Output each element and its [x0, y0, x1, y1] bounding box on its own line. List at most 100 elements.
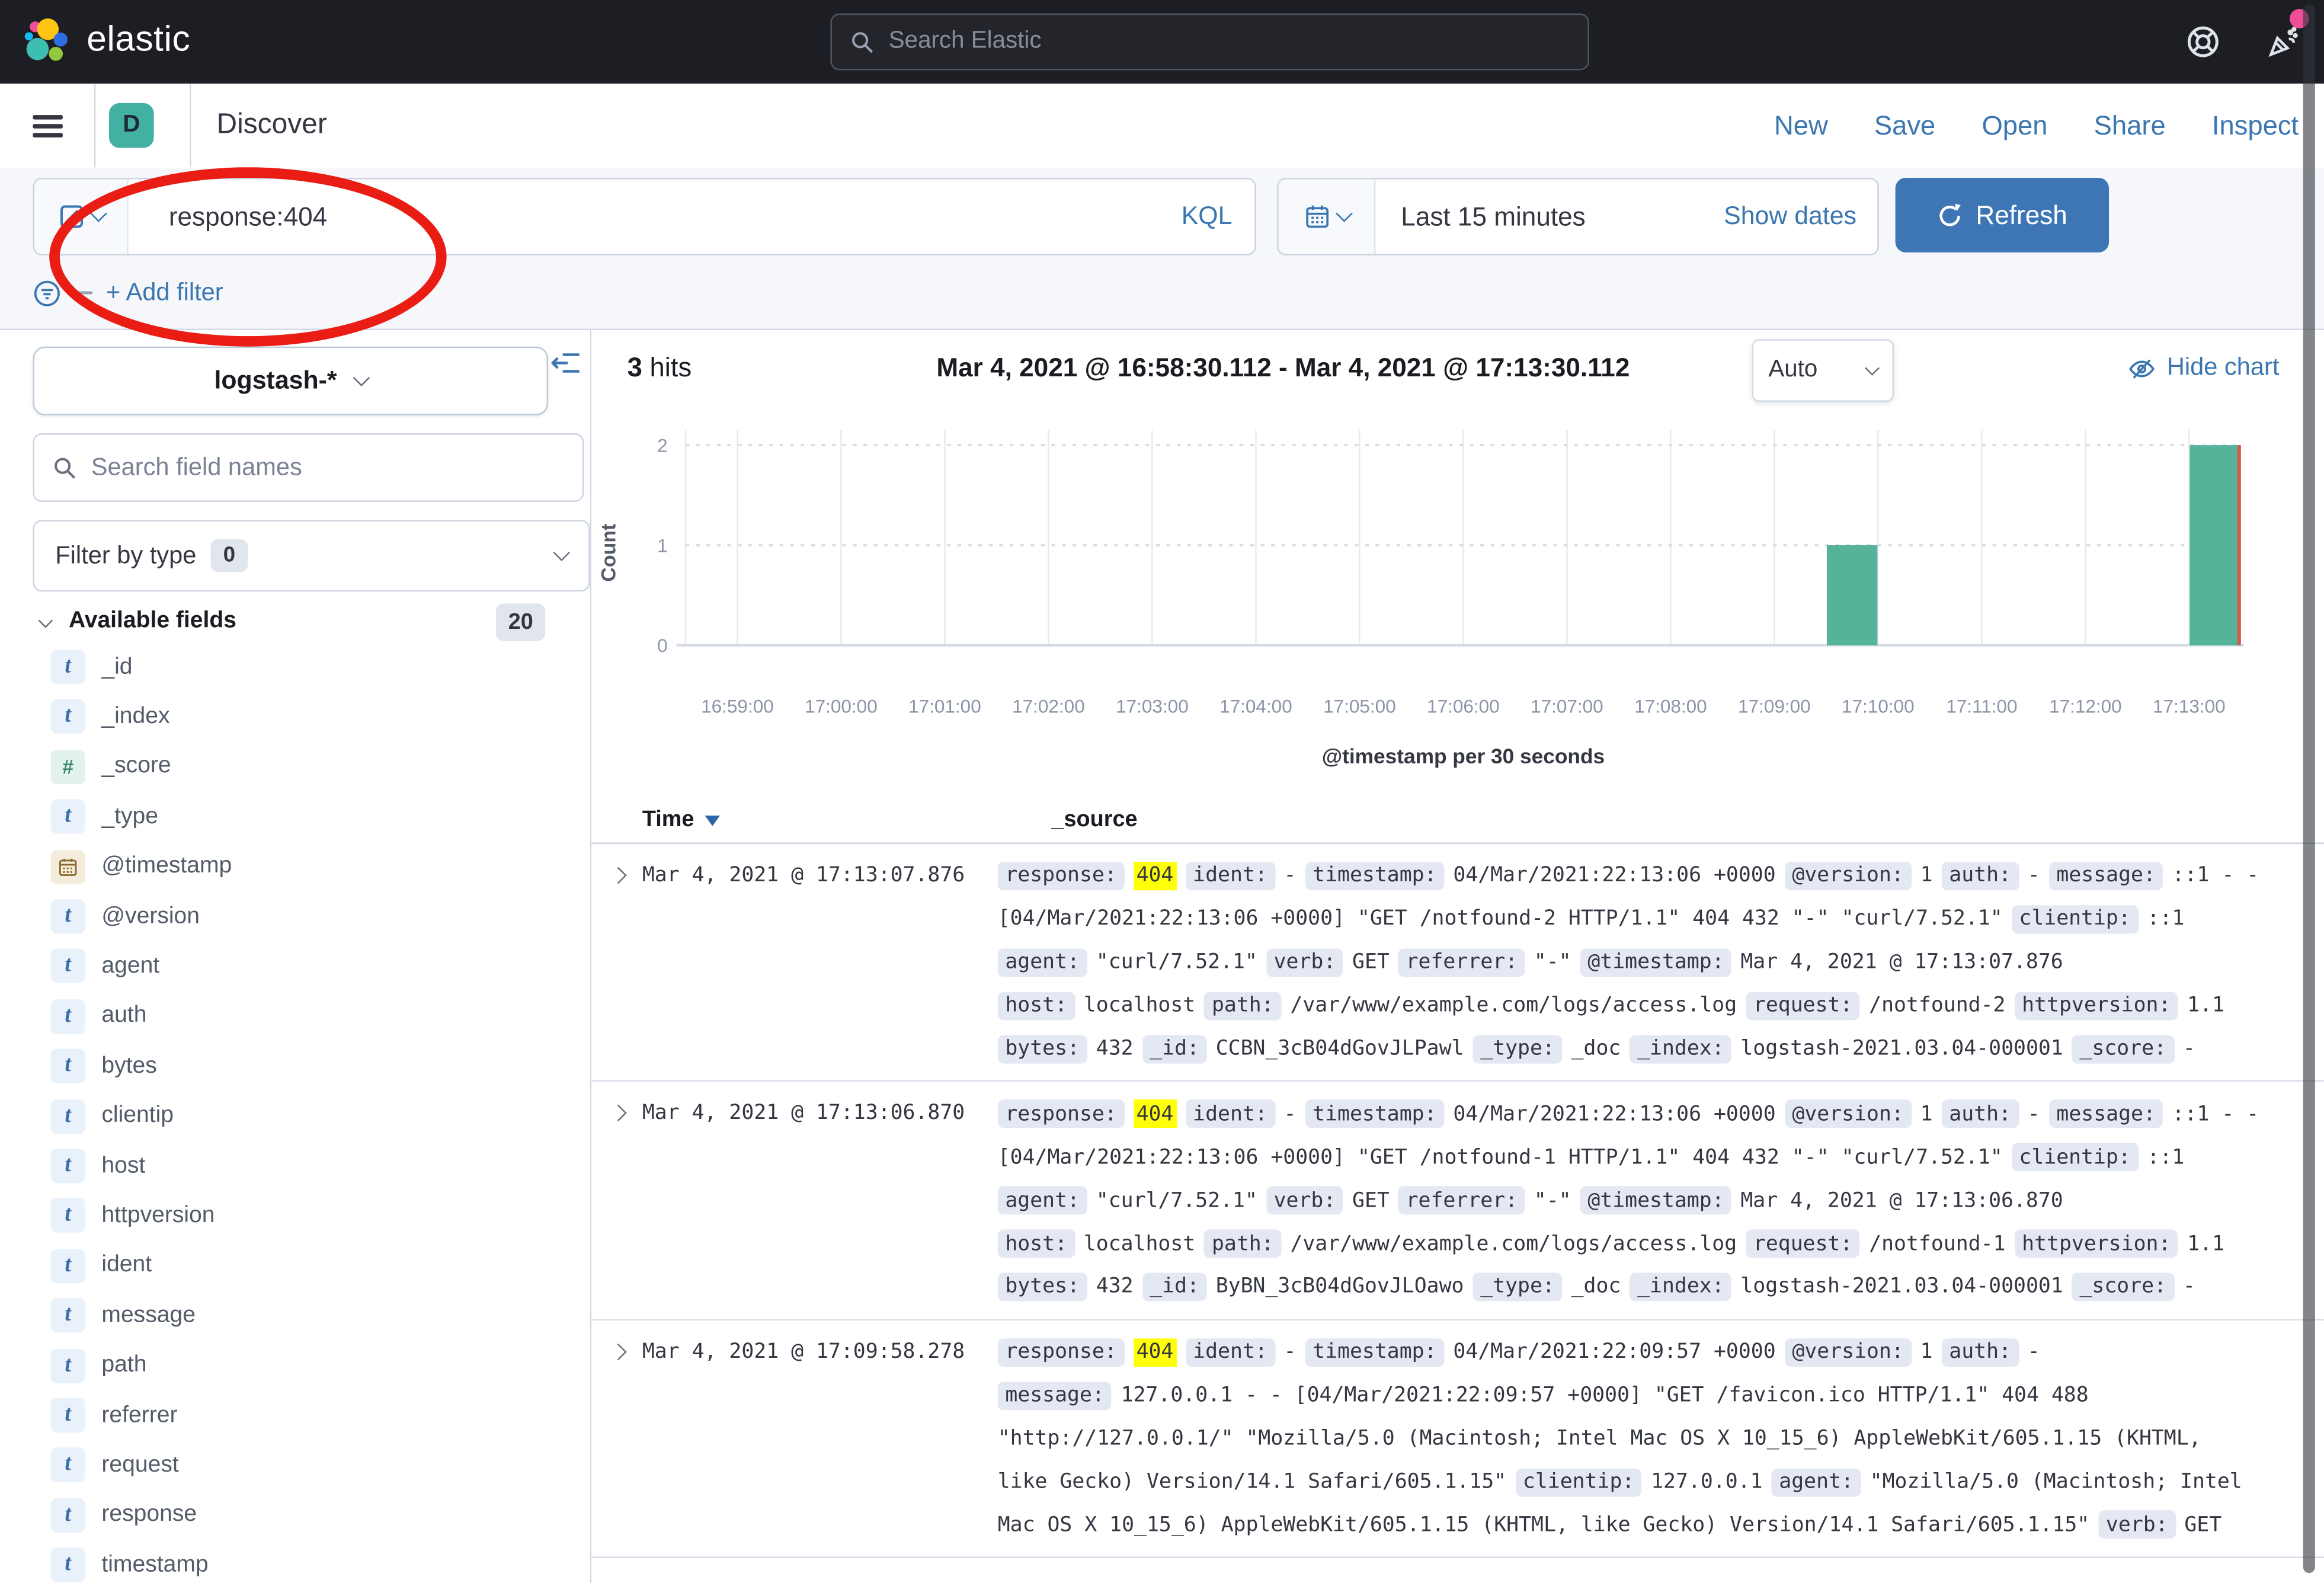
svg-text:17:00:00: 17:00:00 — [805, 695, 878, 717]
field-item-ident[interactable]: tident — [51, 1249, 152, 1283]
svg-text:17:11:00: 17:11:00 — [1946, 695, 2017, 717]
calendar-icon — [1303, 203, 1330, 230]
field-item-httpversion[interactable]: thttpversion — [51, 1198, 215, 1233]
field-value: 04/Mar/2021:22:09:57 +0000 — [1453, 1341, 1775, 1364]
field-pill: @timestamp: — [1580, 948, 1732, 977]
menu-icon[interactable] — [33, 115, 62, 137]
kibana-discover-page: elastic Search Elastic — [0, 0, 2324, 1583]
field-name: _id — [101, 654, 132, 680]
field-item-host[interactable]: thost — [51, 1149, 146, 1183]
field-value: ::1 - - — [2172, 864, 2259, 888]
query-language-button[interactable]: KQL — [1182, 202, 1255, 231]
top-menu-open[interactable]: Open — [1982, 110, 2047, 141]
field-name: ident — [101, 1252, 152, 1279]
field-type-number-icon: # — [51, 750, 85, 784]
column-time[interactable]: Time — [642, 806, 1030, 832]
field-value: 127.0.0.1 - - [04/Mar/2021:22:09:57 +000… — [1121, 1384, 2089, 1408]
field-pill: ident: — [1186, 1100, 1275, 1128]
field-value: 04/Mar/2021:22:13:06 +0000 — [1453, 1102, 1775, 1126]
field-item-clientip[interactable]: tclientip — [51, 1099, 174, 1133]
field-name: referrer — [101, 1402, 177, 1429]
date-quick-select-button[interactable] — [1279, 179, 1376, 254]
hide-chart-button[interactable]: Hide chart — [2128, 354, 2279, 382]
expand-row-icon[interactable] — [609, 1331, 642, 1547]
field-value: ::1 — [2147, 1146, 2185, 1169]
field-item-referrer[interactable]: treferrer — [51, 1398, 178, 1432]
field-item-request[interactable]: trequest — [51, 1448, 179, 1482]
field-pill: bytes: — [998, 1272, 1087, 1301]
field-item-_type[interactable]: t_type — [51, 800, 158, 834]
field-item-bytes[interactable]: tbytes — [51, 1049, 157, 1083]
time-range-value[interactable]: Last 15 minutes — [1375, 201, 1585, 232]
divider — [190, 84, 191, 167]
refresh-button[interactable]: Refresh — [1896, 178, 2109, 252]
show-dates-button[interactable]: Show dates — [1724, 202, 1877, 231]
svg-text:17:09:00: 17:09:00 — [1738, 695, 1811, 717]
field-pill: verb: — [1266, 948, 1343, 977]
field-value: Mac OS X 10_15_6) AppleWebKit/605.1.15 (… — [998, 1513, 2089, 1537]
field-value: - — [2183, 1037, 2195, 1060]
field-name: timestamp — [101, 1552, 208, 1578]
highlighted-value: 404 — [1134, 1100, 1177, 1128]
field-search-input[interactable]: Search field names — [33, 433, 584, 502]
elastic-logo[interactable]: elastic — [21, 15, 190, 66]
field-value: 1 — [1920, 1102, 1933, 1126]
field-name: _type — [101, 803, 158, 830]
field-item-agent[interactable]: tagent — [51, 949, 159, 984]
chevron-down-icon — [1335, 205, 1352, 222]
top-menu-inspect[interactable]: Inspect — [2212, 110, 2299, 141]
top-menu-actions: New Save Open Share Inspect — [1774, 84, 2299, 167]
field-value: "http://127.0.0.1/" "Mozilla/5.0 (Macint… — [998, 1427, 2201, 1450]
field-value: GET — [1352, 1189, 1390, 1213]
field-item-timestamp[interactable]: ttimestamp — [51, 1548, 209, 1582]
field-value: - — [1284, 864, 1297, 888]
search-icon — [52, 455, 78, 481]
field-pill: response: — [998, 1338, 1125, 1367]
index-pattern-select[interactable]: logstash-* — [33, 347, 548, 415]
field-item-_score[interactable]: #_score — [51, 750, 171, 784]
field-item-message[interactable]: tmessage — [51, 1299, 196, 1333]
field-pill: request: — [1746, 992, 1860, 1020]
field-name: response — [101, 1502, 197, 1528]
field-pill: timestamp: — [1305, 1100, 1445, 1128]
field-item-_index[interactable]: t_index — [51, 700, 170, 734]
news-icon[interactable] — [2266, 24, 2301, 59]
available-fields-header[interactable]: Available fields 20 — [33, 599, 545, 644]
field-item-auth[interactable]: tauth — [51, 999, 147, 1034]
field-pill: timestamp: — [1305, 1338, 1445, 1367]
field-item-@version[interactable]: t@version — [51, 899, 200, 933]
index-pattern-value: logstash-* — [214, 366, 337, 396]
field-value: localhost — [1084, 993, 1195, 1017]
top-menu-new[interactable]: New — [1774, 110, 1828, 141]
field-type-string-icon: t — [51, 1099, 85, 1133]
field-value: - — [2028, 1102, 2040, 1126]
field-item-response[interactable]: tresponse — [51, 1498, 197, 1533]
interval-select[interactable]: Auto — [1752, 339, 1894, 402]
svg-text:17:12:00: 17:12:00 — [2049, 695, 2122, 717]
chevron-down-icon — [553, 544, 570, 561]
field-pill: host: — [998, 1230, 1075, 1258]
expand-row-icon[interactable] — [609, 1093, 642, 1309]
svg-text:17:05:00: 17:05:00 — [1323, 695, 1396, 717]
field-pill: referrer: — [1398, 948, 1525, 977]
svg-text:17:13:00: 17:13:00 — [2153, 695, 2226, 717]
filter-by-type[interactable]: Filter by type 0 — [33, 520, 590, 591]
field-value: "curl/7.52.1" — [1096, 951, 1257, 974]
top-menu-save[interactable]: Save — [1874, 110, 1935, 141]
date-picker: Last 15 minutes Show dates — [1277, 178, 1879, 255]
global-search-input[interactable]: Search Elastic — [830, 14, 1589, 71]
field-name: @timestamp — [101, 853, 232, 880]
svg-text:17:06:00: 17:06:00 — [1427, 695, 1500, 717]
collapse-sidebar-icon[interactable] — [551, 350, 581, 376]
help-icon[interactable] — [2185, 24, 2221, 59]
field-item-path[interactable]: tpath — [51, 1348, 147, 1383]
field-pill: auth: — [1942, 862, 2019, 890]
top-menu-share[interactable]: Share — [2094, 110, 2166, 141]
field-value: "curl/7.52.1" — [1096, 1189, 1257, 1213]
expand-row-icon[interactable] — [609, 855, 642, 1070]
filter-icon[interactable] — [33, 279, 61, 307]
scrollbar-thumb[interactable] — [2303, 5, 2315, 1574]
field-item-_id[interactable]: t_id — [51, 650, 133, 684]
field-value: localhost — [1084, 1232, 1195, 1255]
field-item-@timestamp[interactable]: @timestamp — [51, 849, 232, 884]
